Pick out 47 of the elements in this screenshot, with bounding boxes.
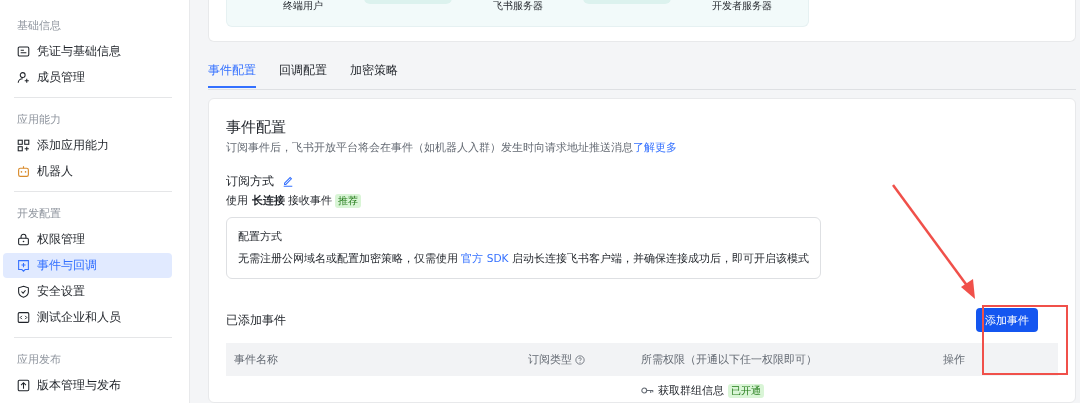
section-heading: 应用能力 (16, 112, 62, 128)
section-heading: 应用发布 (16, 352, 62, 368)
grid-icon (17, 139, 30, 152)
robot-icon (17, 165, 30, 178)
section-heading: 基础信息 (16, 18, 62, 34)
shield-icon (17, 285, 30, 298)
panel-title: 事件配置 (226, 117, 287, 137)
help-icon[interactable] (575, 354, 585, 365)
learn-more-link[interactable]: 了解更多 (633, 141, 677, 154)
user-add-icon (17, 71, 30, 84)
status-badge: 已开通 (728, 383, 764, 398)
section-heading: 开发配置 (16, 206, 62, 222)
sidebar-item[interactable]: 安全设置 (3, 279, 172, 304)
section-title: 已添加事件 (226, 311, 286, 329)
description: 订阅事件后，飞书开放平台将会在事件（如机器人入群）发生时向请求地址推送消息 (226, 141, 633, 154)
lock-icon (17, 233, 30, 246)
upload-icon (17, 379, 30, 392)
column-header: 所需权限（开通以下任一权限即可） (641, 352, 817, 367)
card-icon (17, 45, 30, 58)
code-icon (17, 311, 30, 324)
node-label: 飞书服务器 (492, 0, 543, 12)
sdk-link[interactable]: 官方 SDK (461, 252, 509, 264)
config-description: 无需注册公网域名或配置加密策略，仅需使用 官方 SDK 启动长连接飞书客户端，并确保连接成功后，即可开启该模式 (238, 251, 809, 266)
column-header: 操作 (943, 352, 965, 367)
sidebar-item[interactable]: 成员管理 (3, 65, 172, 90)
sidebar-item[interactable]: 事件与回调 (3, 253, 172, 278)
subscription-label: 订阅方式 (226, 173, 274, 190)
sidebar-item[interactable]: 机器人 (3, 159, 172, 184)
sidebar-item[interactable]: 凭证与基础信息 (3, 39, 172, 64)
tab[interactable]: 加密策略 (350, 60, 398, 88)
permission-name: 获取群组信息 (658, 383, 724, 398)
sidebar-item[interactable]: 权限管理 (3, 227, 172, 252)
recommended-badge: 推荐 (335, 194, 361, 208)
subscription-mode: 使用 长连接 接收事件 (226, 193, 332, 209)
column-header: 事件名称 (234, 352, 278, 367)
sidebar-item[interactable]: 版本管理与发布 (3, 373, 172, 398)
add-event-button[interactable]: 添加事件 (976, 308, 1038, 332)
node-label: 终端用户 (283, 0, 323, 12)
column-header: 订阅类型 (528, 352, 572, 367)
key-icon (641, 386, 654, 395)
sidebar-item[interactable]: 测试企业和人员 (3, 305, 172, 330)
tab[interactable]: 事件配置 (208, 60, 256, 88)
tab[interactable]: 回调配置 (279, 60, 327, 88)
sidebar-item[interactable]: 添加应用能力 (3, 133, 172, 158)
edit-icon[interactable] (282, 175, 294, 187)
node-label: 开发者服务器 (712, 0, 772, 12)
config-title: 配置方式 (238, 229, 283, 245)
